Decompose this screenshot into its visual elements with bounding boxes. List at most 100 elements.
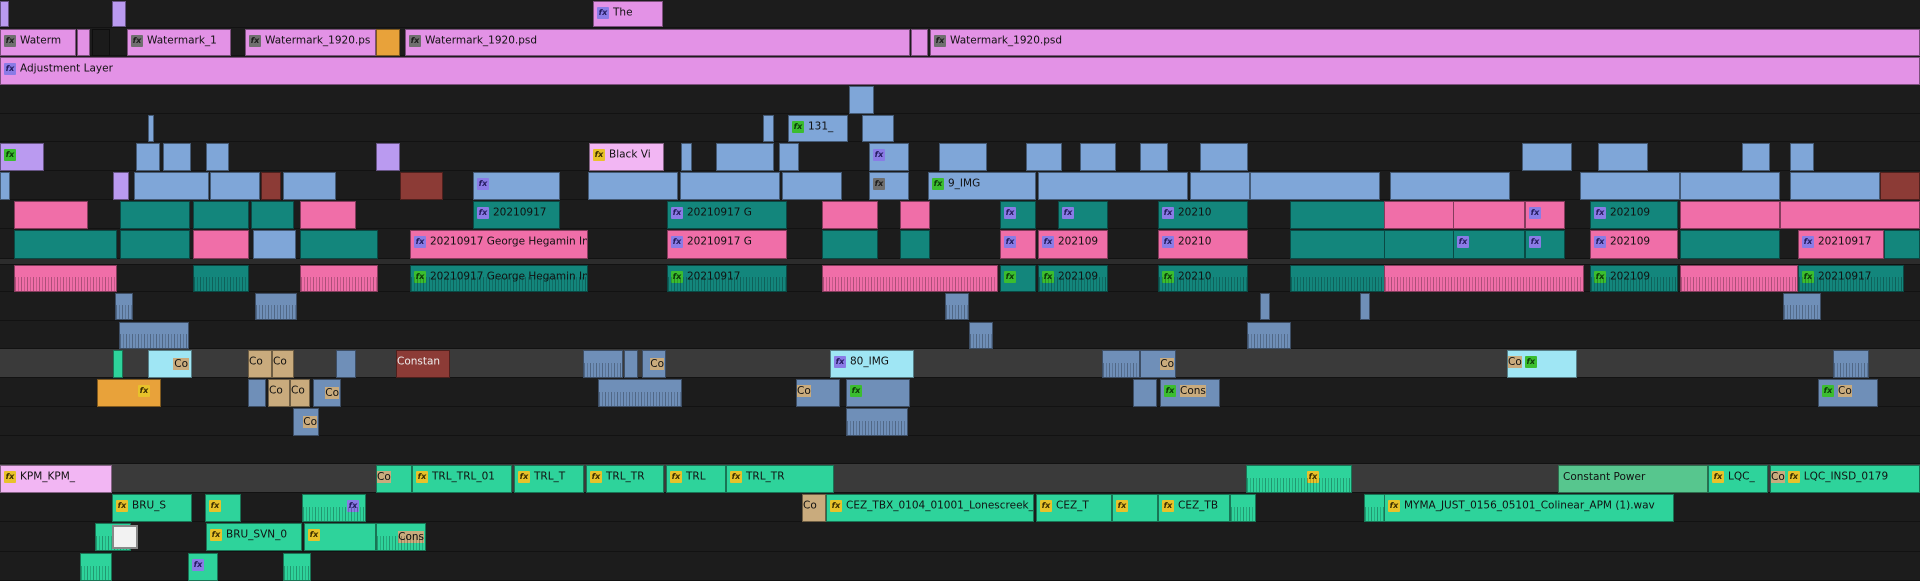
selected-clip-thumbnail[interactable]	[112, 525, 138, 549]
timeline-clip[interactable]: fx202109	[1590, 230, 1678, 259]
timeline-clip[interactable]: Co	[313, 379, 341, 407]
timeline-clip[interactable]	[598, 379, 682, 407]
timeline-clip[interactable]	[849, 86, 874, 114]
timeline-clip[interactable]	[300, 201, 356, 229]
timeline-clip[interactable]: fx	[97, 379, 161, 407]
timeline-clip[interactable]: fx TRL_TR	[726, 465, 834, 493]
timeline-clip[interactable]	[14, 201, 88, 229]
timeline-clip[interactable]: Constan	[396, 350, 450, 378]
timeline-clip[interactable]	[1384, 230, 1454, 259]
timeline-clip[interactable]	[336, 350, 356, 378]
timeline-clip[interactable]	[624, 350, 638, 378]
timeline-clip[interactable]	[112, 1, 126, 27]
timeline-clip[interactable]	[400, 172, 443, 200]
timeline-clip[interactable]: Co	[796, 379, 840, 407]
timeline-clip[interactable]: fx MYMA_JUST_0156_05101_Colinear_APM (1).…	[1384, 494, 1674, 522]
timeline-clip[interactable]	[1260, 293, 1270, 320]
timeline-clip[interactable]: fx	[1246, 465, 1352, 493]
timeline-clip[interactable]: Co	[272, 350, 294, 378]
timeline-clip[interactable]: fx CEZ_TBX_0104_01001_Lonescreek_	[826, 494, 1034, 522]
timeline-clip[interactable]	[911, 29, 928, 56]
timeline-clip[interactable]: fx Black Vi	[589, 143, 664, 171]
timeline-clip[interactable]	[300, 265, 378, 292]
timeline-clip[interactable]: fx Waterm	[0, 29, 76, 56]
timeline-clip[interactable]	[1680, 201, 1780, 229]
timeline-clip[interactable]	[1384, 265, 1584, 292]
timeline-clip[interactable]: fx	[1058, 201, 1108, 229]
timeline-clip[interactable]: Co	[268, 379, 290, 407]
timeline-clip[interactable]: fx20210	[1158, 230, 1248, 259]
timeline-clip[interactable]	[253, 230, 296, 259]
timeline-clip[interactable]	[113, 172, 129, 200]
timeline-clip[interactable]	[206, 143, 229, 171]
timeline-clip[interactable]: fx 9_IMG	[928, 172, 1036, 200]
timeline-clip[interactable]: fx 80_IMG	[830, 350, 914, 378]
timeline-clip[interactable]: fx	[302, 494, 366, 522]
timeline-clip[interactable]	[680, 172, 780, 200]
timeline-clip[interactable]	[283, 172, 336, 200]
timeline-clip[interactable]: fx	[1112, 494, 1158, 522]
timeline-clip[interactable]: fx	[304, 523, 376, 551]
timeline-clip[interactable]: fx	[1525, 201, 1565, 229]
timeline-clip[interactable]	[255, 293, 297, 320]
timeline-clip[interactable]	[1133, 379, 1157, 407]
timeline-clip[interactable]	[193, 230, 249, 259]
timeline-clip[interactable]	[0, 1, 9, 27]
timeline-clip[interactable]: Co fx LQC_INSD_0179	[1770, 465, 1920, 493]
timeline-clip[interactable]: Co	[376, 465, 412, 493]
timeline-clip[interactable]	[822, 201, 878, 229]
timeline-clip[interactable]	[763, 115, 774, 142]
timeline-clip[interactable]	[376, 143, 400, 171]
timeline-clip[interactable]	[945, 293, 969, 320]
timeline-clip[interactable]	[716, 143, 774, 171]
timeline-clip[interactable]	[1580, 172, 1680, 200]
timeline-clip[interactable]	[1680, 265, 1798, 292]
timeline-clip[interactable]	[1290, 265, 1390, 292]
sequence-timeline[interactable]: fx The fx Waterm fx Watermark_1 fx Watermark…	[0, 0, 1920, 581]
timeline-clip[interactable]	[1790, 172, 1880, 200]
timeline-clip[interactable]	[77, 29, 90, 56]
timeline-clip[interactable]	[119, 322, 189, 349]
timeline-clip[interactable]	[1880, 172, 1920, 200]
timeline-clip[interactable]	[782, 172, 842, 200]
timeline-clip[interactable]: fx20210	[1158, 265, 1248, 292]
timeline-clip[interactable]: fx202109	[1590, 265, 1678, 292]
timeline-clip[interactable]	[163, 143, 191, 171]
timeline-clip[interactable]: fx 20210917 G	[667, 230, 787, 259]
timeline-clip[interactable]	[193, 201, 249, 229]
timeline-clip[interactable]: fx	[1525, 230, 1565, 259]
timeline-clip[interactable]: fx 20210917	[1798, 230, 1884, 259]
timeline-clip[interactable]: fx Co	[1818, 379, 1878, 407]
timeline-clip[interactable]	[862, 115, 894, 142]
timeline-clip[interactable]: fx	[1453, 230, 1525, 259]
timeline-clip[interactable]	[136, 143, 160, 171]
timeline-clip[interactable]: fx	[473, 172, 560, 200]
timeline-clip[interactable]	[113, 350, 123, 378]
timeline-clip[interactable]	[376, 29, 400, 56]
timeline-clip[interactable]: Co	[642, 350, 666, 378]
timeline-clip[interactable]	[1742, 143, 1770, 171]
timeline-clip[interactable]: fx Watermark_1920.ps	[245, 29, 376, 56]
timeline-clip[interactable]: fx	[1000, 201, 1036, 229]
timeline-clip[interactable]	[1680, 230, 1780, 259]
timeline-clip[interactable]: fx Watermark_1920.psd	[405, 29, 910, 56]
timeline-clip[interactable]	[1026, 143, 1062, 171]
timeline-clip[interactable]: fx 20210917 G	[667, 201, 787, 229]
timeline-clip[interactable]: fx	[0, 143, 44, 171]
timeline-clip[interactable]: fx The	[593, 1, 663, 27]
timeline-clip[interactable]: fx	[869, 172, 909, 200]
timeline-clip[interactable]: fx20210917 George Hegamin Int	[410, 265, 588, 292]
timeline-clip[interactable]	[14, 230, 117, 259]
timeline-clip[interactable]: fx BRU_S	[112, 494, 192, 522]
timeline-clip[interactable]: fx TRL_TR	[586, 465, 664, 493]
timeline-clip[interactable]: fx Watermark_1920.psd	[930, 29, 1920, 56]
timeline-clip[interactable]	[681, 143, 692, 171]
timeline-clip[interactable]	[900, 201, 930, 229]
timeline-clip[interactable]: fx	[846, 379, 910, 407]
timeline-clip[interactable]	[0, 172, 10, 200]
timeline-clip[interactable]: fx202109	[1038, 230, 1108, 259]
timeline-clip[interactable]	[1833, 350, 1869, 378]
timeline-clip[interactable]: fx Watermark_1	[127, 29, 231, 56]
timeline-clip[interactable]	[1780, 201, 1920, 229]
timeline-clip[interactable]	[193, 265, 249, 292]
